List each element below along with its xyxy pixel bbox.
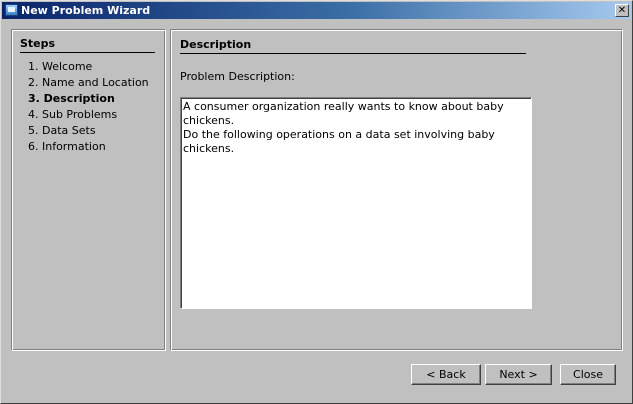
- step-welcome: 1. Welcome: [28, 60, 93, 73]
- problem-description-label: Problem Description:: [180, 70, 295, 83]
- steps-list: 1. Welcome 2. Name and Location 3. Descr…: [28, 60, 149, 156]
- step-description-current: 3. Description: [28, 92, 115, 105]
- description-heading: Description: [180, 38, 526, 54]
- steps-panel: Steps 1. Welcome 2. Name and Location 3.…: [11, 29, 166, 351]
- step-information: 6. Information: [28, 140, 106, 153]
- problem-description-textarea[interactable]: A consumer organization really wants to …: [180, 97, 532, 309]
- window-title: New Problem Wizard: [21, 4, 151, 17]
- steps-heading: Steps: [20, 37, 155, 53]
- title-bar[interactable]: New Problem Wizard ✕: [2, 2, 631, 19]
- step-sub-problems: 4. Sub Problems: [28, 108, 118, 121]
- window-close-button[interactable]: ✕: [615, 4, 629, 17]
- app-window-icon: [5, 4, 18, 16]
- back-button[interactable]: < Back: [411, 364, 481, 385]
- close-button[interactable]: Close: [560, 364, 616, 385]
- step-name-and-location: 2. Name and Location: [28, 76, 149, 89]
- next-button[interactable]: Next >: [485, 364, 552, 385]
- step-data-sets: 5. Data Sets: [28, 124, 96, 137]
- wizard-window: New Problem Wizard ✕ Steps 1. Welcome 2.…: [0, 0, 633, 404]
- content-panel: Description Problem Description: A consu…: [170, 29, 623, 351]
